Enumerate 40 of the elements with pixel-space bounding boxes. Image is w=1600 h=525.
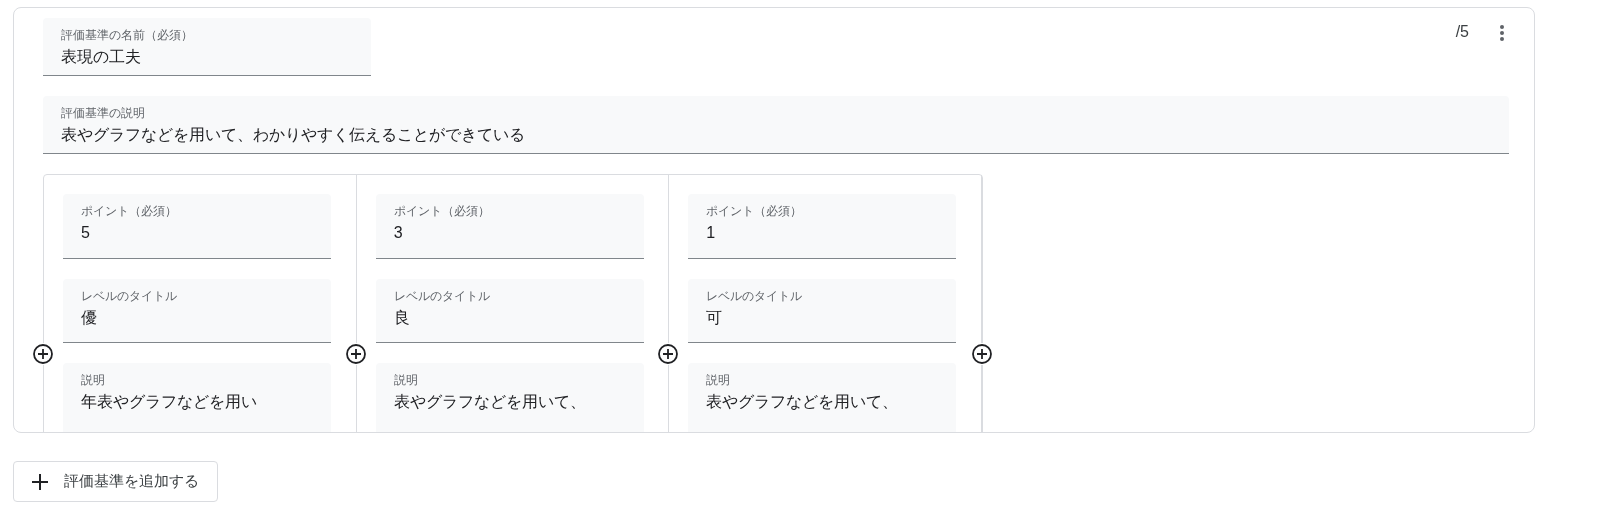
field-label: レベルのタイトル xyxy=(393,287,491,304)
field-label: 説明 xyxy=(393,372,419,389)
point-field[interactable]: ポイント（必須） 3 xyxy=(375,194,644,259)
field-label: 評価基準の説明 xyxy=(61,105,146,121)
field-value: 表やグラフなどを用いて、 xyxy=(393,392,587,413)
level-title-field[interactable]: レベルのタイトル 優 xyxy=(63,278,331,344)
point-field[interactable]: ポイント（必須） 5 xyxy=(63,194,331,259)
field-value: 表現の工夫 xyxy=(61,47,142,67)
plus-icon xyxy=(30,471,50,492)
level-description-field[interactable]: 説明 表やグラフなどを用いて、 xyxy=(375,363,644,432)
add-criterion-button[interactable]: 評価基準を追加する xyxy=(13,461,218,502)
field-label: レベルのタイトル xyxy=(706,287,804,304)
field-value: 優 xyxy=(81,307,98,328)
level-title-field[interactable]: レベルのタイトル 良 xyxy=(375,278,644,344)
field-label: ポイント（必須） xyxy=(706,203,804,219)
field-label: 説明 xyxy=(81,372,106,389)
field-value: 年表やグラフなどを用い xyxy=(81,392,258,413)
add-level-icon[interactable] xyxy=(657,343,680,365)
field-label: 説明 xyxy=(706,372,732,389)
name-field[interactable]: 評価基準の名前（必須） 表現の工夫 xyxy=(43,18,371,76)
field-value: 良 xyxy=(393,307,411,328)
field-value: 5 xyxy=(81,223,91,243)
field-value: 表やグラフなどを用いて、わかりやすく伝えることができている xyxy=(61,125,526,145)
field-value: 3 xyxy=(393,223,404,243)
description-field[interactable]: 評価基準の説明 表やグラフなどを用いて、わかりやすく伝えることができている xyxy=(43,96,1509,154)
field-label: ポイント（必須） xyxy=(81,203,178,219)
score-text: /5 xyxy=(1455,23,1469,41)
add-level-icon[interactable] xyxy=(344,343,367,365)
field-label: レベルのタイトル xyxy=(81,287,178,304)
level-description-field[interactable]: 説明 年表やグラフなどを用い xyxy=(63,363,331,432)
field-label: 評価基準の名前（必須） xyxy=(61,27,194,43)
field-value: 1 xyxy=(706,223,717,243)
field-value: 可 xyxy=(706,307,724,328)
field-label: ポイント（必須） xyxy=(393,203,491,219)
point-field[interactable]: ポイント（必須） 1 xyxy=(688,194,957,259)
add-level-icon[interactable] xyxy=(971,343,993,365)
add-level-icon[interactable] xyxy=(32,343,54,365)
level-title-field[interactable]: レベルのタイトル 可 xyxy=(688,278,957,344)
field-value: 表やグラフなどを用いて、 xyxy=(706,392,900,413)
level-description-field[interactable]: 説明 表やグラフなどを用いて、 xyxy=(688,363,957,432)
